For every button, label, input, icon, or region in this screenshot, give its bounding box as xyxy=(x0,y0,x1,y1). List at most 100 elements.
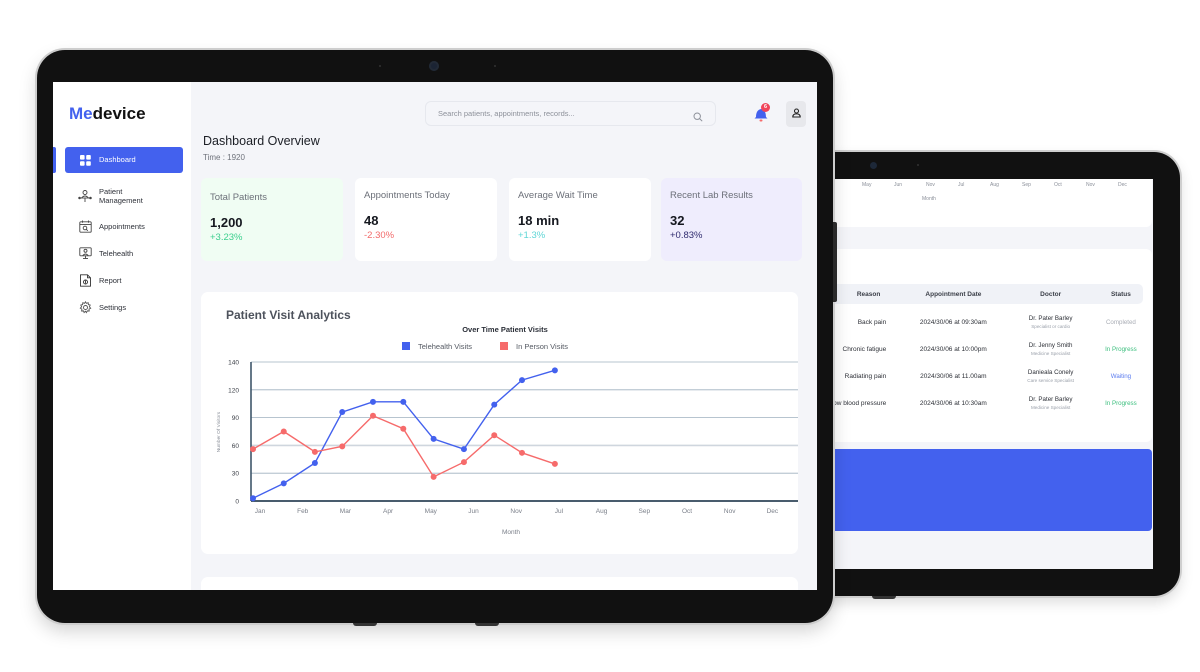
doctor-specialty: Specialist or cardio xyxy=(1031,324,1071,329)
doctor-cell: Dr. Jenny Smith Medicine Specialist xyxy=(1006,342,1094,356)
sidebar-item-settings[interactable]: Settings xyxy=(65,294,183,321)
reason-cell: Chronic fatigue xyxy=(842,345,887,353)
data-point[interactable] xyxy=(491,432,498,439)
notification-button[interactable]: 6 xyxy=(753,103,770,123)
legend-label-telehealth[interactable]: Telehealth Visits xyxy=(418,342,472,351)
y-tick-label: 0 xyxy=(235,499,239,506)
sidebar-item-label: Settings xyxy=(99,302,127,312)
sidebar-item-label: Appointments xyxy=(99,221,145,231)
primary-tablet-device: Medevice Dashboard Patient Management Ap… xyxy=(37,50,837,626)
logo-accent: Me xyxy=(69,104,93,123)
data-point[interactable] xyxy=(460,459,467,466)
doctor-name: Dr. Pater Barley xyxy=(1028,315,1073,322)
stat-card-average-wait-time[interactable]: Average Wait Time 18 min +1.3% xyxy=(509,178,651,261)
data-point[interactable] xyxy=(311,460,318,467)
data-point[interactable] xyxy=(400,398,407,405)
data-point[interactable] xyxy=(551,460,558,467)
patient-network-icon xyxy=(78,189,92,203)
camera-icon xyxy=(429,61,439,71)
search-bar[interactable] xyxy=(425,101,716,126)
doctor-specialty: Care service Specialist xyxy=(1027,378,1074,383)
data-point[interactable] xyxy=(460,446,467,453)
x-tick-label: Oct xyxy=(1054,182,1062,188)
line-chart: Over Time Patient Visits Telehealth Visi… xyxy=(216,325,798,536)
data-point[interactable] xyxy=(339,443,346,450)
column-header-doctor[interactable]: Doctor xyxy=(1006,291,1094,298)
status-badge: In Progress xyxy=(1105,345,1137,353)
column-header-reason[interactable]: Reason xyxy=(830,291,894,298)
camera-icon xyxy=(870,162,877,169)
reason-cell: Back pain xyxy=(857,318,887,326)
chart-title: Over Time Patient Visits xyxy=(462,325,548,334)
user-icon xyxy=(791,105,801,123)
sidebar-item-appointments[interactable]: Appointments xyxy=(65,213,183,240)
legend-label-in-person[interactable]: In Person Visits xyxy=(516,342,568,351)
doctor-name: Dr. Jenny Smith xyxy=(1028,342,1073,349)
x-tick-label: Apr xyxy=(383,508,394,515)
stat-value: 48 xyxy=(364,213,379,228)
doctor-specialty: Medicine Specialist xyxy=(1030,351,1071,356)
doctor-name: Dr. Pater Barley xyxy=(1028,396,1073,403)
table-row[interactable]: Radiating pain 2024/30/06 at 11.00am Danie… xyxy=(830,363,1143,389)
sidebar-item-report[interactable]: Report xyxy=(65,267,183,294)
x-tick-label: Feb xyxy=(297,508,309,515)
data-point[interactable] xyxy=(339,409,346,416)
stat-label: Appointments Today xyxy=(364,190,450,201)
data-point[interactable] xyxy=(430,473,437,480)
app-logo[interactable]: Medevice xyxy=(69,104,146,124)
stat-card-total-patients[interactable]: Total Patients 1,200 +3.23% xyxy=(201,178,343,261)
profile-button[interactable] xyxy=(786,101,806,127)
data-point[interactable] xyxy=(430,435,437,442)
status-badge: Completed xyxy=(1105,318,1136,326)
secondary-chart-xlabel: Month xyxy=(922,196,936,202)
x-tick-label: Jun xyxy=(894,182,903,188)
data-point[interactable] xyxy=(280,480,287,487)
x-tick-label: Nov xyxy=(1086,182,1095,188)
legend-swatch-in-person xyxy=(500,342,508,350)
data-point[interactable] xyxy=(519,377,526,384)
table-row[interactable]: ow blood pressure 2024/30/06 at 10:30am Dr… xyxy=(830,390,1143,416)
data-point[interactable] xyxy=(551,367,558,374)
primary-screen: Medevice Dashboard Patient Management Ap… xyxy=(53,82,817,590)
sidebar-item-telehealth[interactable]: Telehealth xyxy=(65,240,183,267)
secondary-chart-ticks: pr May Jun Nov Jul Aug Sep Oct Nov Dec xyxy=(830,182,1150,188)
x-tick-label: Oct xyxy=(682,508,692,515)
stat-card-recent-lab-results[interactable]: Recent Lab Results 32 +0.83% xyxy=(661,178,802,261)
y-tick-label: 90 xyxy=(232,415,240,422)
x-tick-label: May xyxy=(425,508,438,515)
stat-value: 32 xyxy=(670,213,685,228)
column-header-status[interactable]: Status xyxy=(1099,291,1143,298)
data-point[interactable] xyxy=(250,446,256,453)
calendar-icon xyxy=(78,220,92,234)
data-point[interactable] xyxy=(369,412,376,419)
y-tick-label: 140 xyxy=(228,360,239,367)
hardware-button xyxy=(353,623,377,626)
x-tick-label: Nov xyxy=(510,508,522,515)
data-point[interactable] xyxy=(280,428,287,435)
sensor-dot xyxy=(494,65,496,67)
search-input[interactable] xyxy=(438,109,678,118)
data-point[interactable] xyxy=(250,495,256,502)
data-point[interactable] xyxy=(491,401,498,408)
y-tick-label: 30 xyxy=(232,471,240,478)
data-point[interactable] xyxy=(400,425,407,432)
sidebar: Medevice Dashboard Patient Management Ap… xyxy=(53,82,191,590)
stat-label: Total Patients xyxy=(210,192,268,203)
data-point[interactable] xyxy=(369,398,376,405)
search-icon[interactable] xyxy=(693,109,703,127)
hardware-button xyxy=(872,596,896,599)
sidebar-item-patient-management[interactable]: Patient Management xyxy=(65,179,183,213)
page-title: Dashboard Overview xyxy=(203,134,320,148)
table-row[interactable]: Chronic fatigue 2024/30/06 at 10:00pm Dr. … xyxy=(830,336,1143,362)
promo-banner-card xyxy=(830,449,1152,531)
sidebar-item-dashboard[interactable]: Dashboard xyxy=(65,147,183,173)
data-point[interactable] xyxy=(519,449,526,456)
side-hinge xyxy=(833,222,837,302)
data-point[interactable] xyxy=(311,448,318,455)
table-row[interactable]: Back pain 2024/30/06 at 09:30am Dr. Pater … xyxy=(830,309,1143,335)
stat-card-appointments-today[interactable]: Appointments Today 48 -2.30% xyxy=(355,178,497,261)
gear-icon xyxy=(78,301,92,315)
column-header-date[interactable]: Appointment Date xyxy=(904,291,1002,298)
y-axis-label: Number Of Visitors xyxy=(216,411,222,452)
report-icon xyxy=(78,274,92,288)
